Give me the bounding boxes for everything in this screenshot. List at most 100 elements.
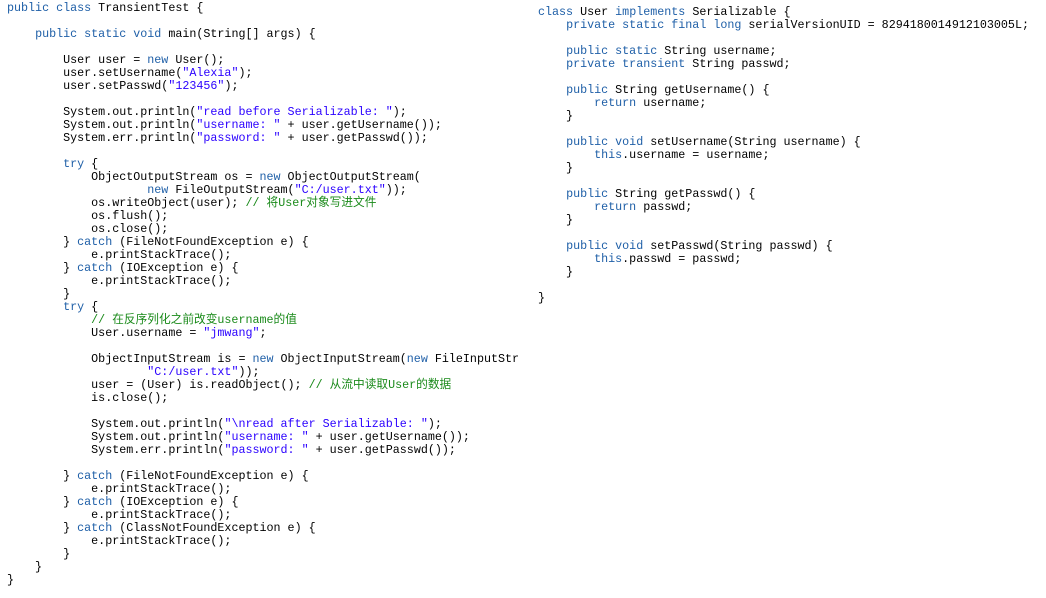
keyword-token: public class bbox=[7, 2, 92, 15]
keyword-token: new bbox=[147, 53, 169, 67]
comment-token: // 将User对象写进文件 bbox=[245, 196, 377, 210]
code-line: return username; bbox=[538, 97, 1043, 110]
code-text: FileInputStr bbox=[427, 352, 519, 366]
code-text: String getPasswd() { bbox=[608, 187, 756, 201]
code-text: serialVersionUID = 8294180014912103005L; bbox=[741, 18, 1029, 32]
keyword-token: public bbox=[566, 83, 609, 97]
code-line: } bbox=[7, 574, 519, 587]
code-text: } bbox=[538, 109, 574, 123]
code-text: User(); bbox=[168, 53, 225, 67]
code-text: { bbox=[84, 300, 99, 314]
code-text: .username = username; bbox=[622, 148, 770, 162]
code-line: this.passwd = passwd; bbox=[538, 253, 1043, 266]
code-text: } bbox=[7, 261, 78, 275]
code-text: e.printStackTrace(); bbox=[7, 508, 232, 522]
keyword-token: new bbox=[406, 352, 428, 366]
string-token: "jmwang" bbox=[203, 326, 260, 340]
code-text: { bbox=[84, 157, 99, 171]
code-text: System.out.println( bbox=[7, 430, 225, 444]
code-text: (FileNotFoundException e) { bbox=[112, 469, 309, 483]
code-text: System.out.println( bbox=[7, 118, 197, 132]
code-line: } bbox=[538, 110, 1043, 123]
code-line: System.err.println("password: " + user.g… bbox=[7, 132, 519, 145]
string-token: "password: " bbox=[196, 131, 281, 145]
code-text: User.username = bbox=[7, 326, 204, 340]
code-text: String getUsername() { bbox=[608, 83, 770, 97]
code-text: System.out.println( bbox=[7, 105, 197, 119]
comment-token: // 从流中读取User的数据 bbox=[308, 378, 452, 392]
code-line: public class TransientTest { bbox=[7, 2, 519, 15]
keyword-token: catch bbox=[77, 235, 113, 249]
code-line: is.close(); bbox=[7, 392, 519, 405]
keyword-token: private transient bbox=[566, 57, 686, 71]
code-text: main(String[] args) { bbox=[161, 27, 316, 41]
code-line: } bbox=[538, 292, 1043, 305]
code-text: String username; bbox=[657, 44, 777, 58]
keyword-token: catch bbox=[77, 495, 113, 509]
keyword-token: catch bbox=[77, 261, 113, 275]
code-text: FileOutputStream( bbox=[168, 183, 295, 197]
code-text: ObjectInputStream is = bbox=[7, 352, 253, 366]
code-text: ObjectOutputStream( bbox=[280, 170, 421, 184]
code-text: (IOException e) { bbox=[112, 495, 239, 509]
string-token: "123456" bbox=[168, 79, 225, 93]
code-text: + user.getUsername()); bbox=[308, 430, 470, 444]
code-text: ); bbox=[238, 66, 253, 80]
string-token: "C:/user.txt" bbox=[294, 183, 386, 197]
keyword-token: public static bbox=[566, 44, 658, 58]
code-text: System.out.println( bbox=[7, 417, 225, 431]
code-text: } bbox=[7, 573, 15, 587]
code-text: os.close(); bbox=[7, 222, 169, 236]
keyword-token: new bbox=[147, 183, 169, 197]
code-text: } bbox=[538, 265, 574, 279]
code-line: this.username = username; bbox=[538, 149, 1043, 162]
code-text: ObjectOutputStream os = bbox=[7, 170, 260, 184]
code-text: } bbox=[7, 560, 43, 574]
code-text: passwd; bbox=[636, 200, 693, 214]
code-text: os.writeObject(user); bbox=[7, 196, 246, 210]
keyword-token: new bbox=[252, 352, 274, 366]
code-text: String passwd; bbox=[685, 57, 791, 71]
string-token: "password: " bbox=[224, 443, 309, 457]
keyword-token: this bbox=[594, 148, 623, 162]
code-text: } bbox=[538, 213, 574, 227]
code-line: e.printStackTrace(); bbox=[7, 535, 519, 548]
code-text: } bbox=[7, 469, 78, 483]
keyword-token: try bbox=[63, 157, 85, 171]
code-text: username; bbox=[636, 96, 707, 110]
string-token: "\nread after Serializable: " bbox=[224, 417, 428, 431]
code-text: + user.getPasswd()); bbox=[280, 131, 428, 145]
code-text: os.flush(); bbox=[7, 209, 169, 223]
keyword-token: catch bbox=[77, 469, 113, 483]
code-text: (FileNotFoundException e) { bbox=[112, 235, 309, 249]
code-text: System.err.println( bbox=[7, 131, 197, 145]
code-text: System.err.println( bbox=[7, 443, 225, 457]
code-text: e.printStackTrace(); bbox=[7, 534, 232, 548]
keyword-token: return bbox=[594, 96, 637, 110]
code-text: user.setUsername( bbox=[7, 66, 183, 80]
code-text: } bbox=[7, 235, 78, 249]
keyword-token: public static void bbox=[35, 27, 162, 41]
code-line: private static final long serialVersionU… bbox=[538, 19, 1043, 32]
code-text: user.setPasswd( bbox=[7, 79, 169, 93]
code-text: .passwd = passwd; bbox=[622, 252, 742, 266]
code-panel-user-class: class User implements Serializable { pri… bbox=[538, 6, 1043, 305]
string-token: "read before Serializable: " bbox=[196, 105, 393, 119]
code-text: (IOException e) { bbox=[112, 261, 239, 275]
code-text: user = (User) is.readObject(); bbox=[7, 378, 309, 392]
code-text: setPasswd(String passwd) { bbox=[643, 239, 833, 253]
